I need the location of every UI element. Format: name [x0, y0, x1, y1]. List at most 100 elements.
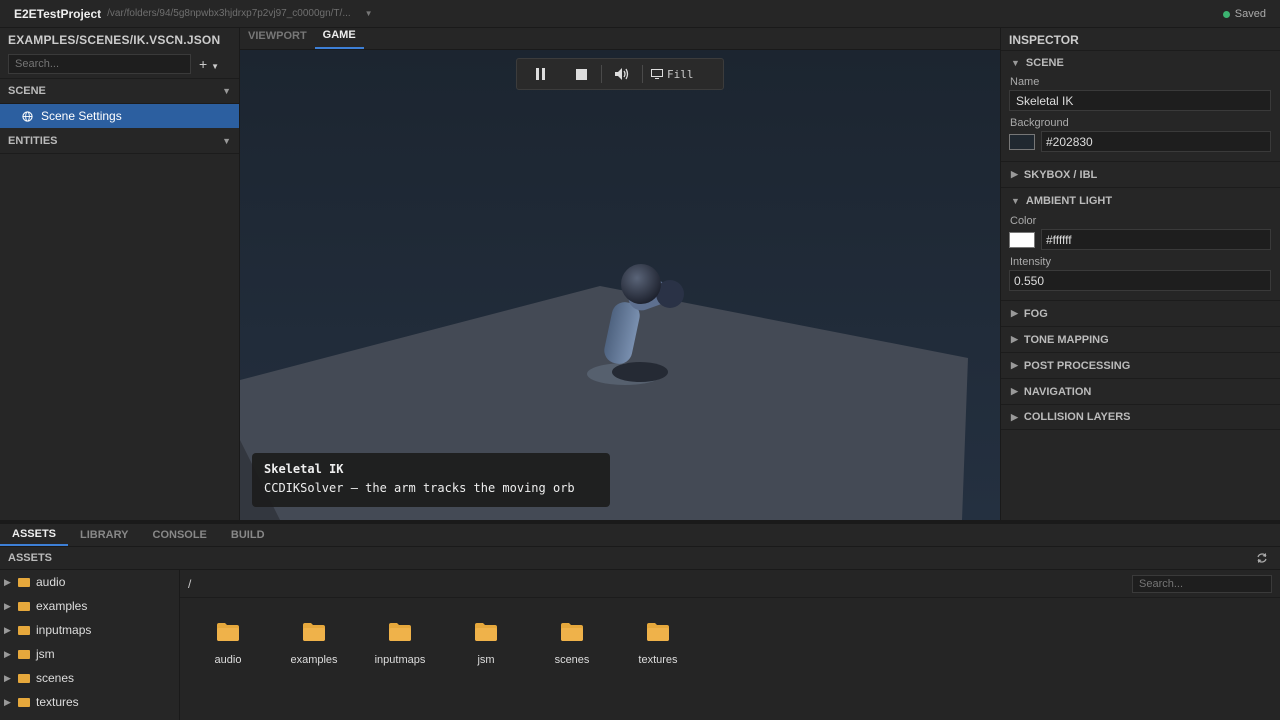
post-processing-label: POST PROCESSING	[1023, 359, 1131, 372]
scene-settings-item[interactable]: Scene Settings	[0, 104, 239, 128]
chevron-right-icon: ▶	[4, 696, 11, 707]
tree-item-scenes[interactable]: ▶ scenes	[0, 666, 179, 690]
chevron-right-icon: ▶	[1011, 308, 1018, 318]
entities-section-header[interactable]: ENTITIES ▼	[0, 128, 239, 154]
entities-section-label: ENTITIES	[8, 134, 58, 147]
chevron-right-icon: ▶	[1011, 334, 1018, 344]
overlay-description: CCDIKSolver — the arm tracks the moving …	[264, 481, 575, 495]
folder-icon	[475, 623, 497, 641]
navigation-section[interactable]: ▶ NAVIGATION	[1001, 378, 1280, 404]
folder-label: audio	[214, 654, 242, 666]
refresh-icon[interactable]	[1256, 552, 1268, 564]
volume-icon[interactable]	[610, 68, 634, 80]
chevron-down-icon: ▼	[222, 135, 231, 146]
game-viewport[interactable]: Fill Skeletal IK CCDIKSolver — the arm t…	[240, 50, 1000, 520]
tone-mapping-label: TONE MAPPING	[1023, 333, 1109, 346]
folder-audio[interactable]: audio	[185, 598, 271, 666]
chevron-down-icon: ▼	[1011, 57, 1020, 68]
folder-textures[interactable]: textures	[615, 598, 701, 666]
hierarchy-search-input[interactable]	[8, 54, 191, 74]
monitor-icon	[651, 69, 663, 79]
tab-game[interactable]: GAME	[314, 27, 364, 49]
tree-item-label: inputmaps	[36, 623, 92, 637]
tab-library[interactable]: LIBRARY	[68, 524, 140, 546]
folder-icon	[18, 697, 30, 707]
fog-section[interactable]: ▶ FOG	[1001, 300, 1280, 326]
asset-grid: audio examples inputmaps jsm scenes text…	[180, 598, 1280, 666]
project-name: E2ETestProject	[14, 6, 102, 21]
ambient-color-input[interactable]	[1041, 229, 1271, 250]
tone-mapping-section[interactable]: ▶ TONE MAPPING	[1001, 326, 1280, 352]
tab-build[interactable]: BUILD	[219, 524, 277, 546]
collision-layers-section[interactable]: ▶ COLLISION LAYERS	[1001, 404, 1280, 430]
folder-scenes[interactable]: scenes	[529, 598, 615, 666]
tree-item-textures[interactable]: ▶ textures	[0, 690, 179, 714]
project-path: /var/folders/94/5g8npwbx3hjdrxp7p2vj97_c…	[107, 8, 351, 19]
color-label: Color	[1010, 215, 1037, 227]
asset-folder-tree: ▶ audio ▶ examples ▶ inputmaps ▶ jsm ▶ scenes…	[0, 570, 180, 720]
fill-mode-button[interactable]: Fill	[651, 68, 694, 81]
chevron-right-icon: ▶	[4, 624, 11, 635]
tree-item-inputmaps[interactable]: ▶ inputmaps	[0, 618, 179, 642]
tree-item-label: jsm	[36, 647, 55, 661]
stop-icon[interactable]	[569, 68, 593, 80]
background-label: Background	[1010, 117, 1069, 129]
scene-section-label: SCENE	[8, 85, 46, 97]
scene-render	[240, 50, 1000, 520]
collision-layers-label: COLLISION LAYERS	[1023, 411, 1131, 423]
tree-item-audio[interactable]: ▶ audio	[0, 570, 179, 594]
toolbar-divider	[642, 65, 643, 83]
background-swatch[interactable]	[1009, 133, 1035, 150]
tree-item-label: textures	[36, 695, 79, 709]
intensity-input[interactable]	[1009, 270, 1271, 291]
navigation-label: NAVIGATION	[1023, 385, 1092, 398]
chevron-right-icon: ▶	[1011, 411, 1018, 422]
chevron-right-icon: ▶	[4, 576, 11, 587]
scene-section-header[interactable]: SCENE ▼	[0, 78, 239, 104]
inspector-scene-section[interactable]: ▼ SCENE	[1001, 50, 1280, 74]
tree-item-examples[interactable]: ▶ examples	[0, 594, 179, 618]
chevron-right-icon: ▶	[1011, 169, 1018, 179]
title-bar: E2ETestProject /var/folders/94/5g8npwbx3…	[0, 0, 1280, 28]
globe-icon	[22, 110, 33, 122]
post-processing-section[interactable]: ▶ POST PROCESSING	[1001, 352, 1280, 378]
tab-assets[interactable]: ASSETS	[0, 524, 69, 546]
ambient-light-section[interactable]: ▼ AMBIENT LIGHT	[1001, 187, 1280, 213]
chevron-down-icon: ▼	[1011, 195, 1020, 206]
fill-mode-label: Fill	[667, 67, 694, 81]
folder-icon	[561, 623, 583, 641]
center-tabs: VIEWPORT GAME	[240, 28, 1000, 50]
ambient-light-label: AMBIENT LIGHT	[1025, 194, 1113, 207]
breadcrumb[interactable]: /	[188, 577, 191, 591]
folder-examples[interactable]: examples	[271, 598, 357, 666]
add-entity-button[interactable]: + ▼	[199, 56, 219, 72]
folder-jsm[interactable]: jsm	[443, 598, 529, 666]
chevron-down-icon: ▼	[222, 86, 231, 96]
hierarchy-search-row: + ▼	[0, 50, 239, 78]
ambient-color-swatch[interactable]	[1009, 231, 1035, 248]
skybox-section[interactable]: ▶ SKYBOX / IBL	[1001, 161, 1280, 187]
asset-search-input[interactable]	[1132, 574, 1272, 593]
folder-icon	[18, 625, 30, 635]
folder-icon	[389, 623, 411, 641]
chevron-down-icon[interactable]: ▼	[365, 9, 373, 18]
chevron-right-icon: ▶	[1011, 386, 1018, 396]
fog-label: FOG	[1023, 307, 1048, 320]
tab-console[interactable]: CONSOLE	[141, 524, 219, 546]
pause-icon[interactable]	[529, 68, 553, 80]
toolbar-divider	[601, 65, 602, 83]
status-dot-icon	[1222, 10, 1230, 18]
folder-icon	[18, 577, 30, 587]
bottom-panel-tabs: ASSETS LIBRARY CONSOLE BUILD	[0, 520, 1280, 546]
folder-icon	[18, 649, 30, 659]
scene-hierarchy-panel: EXAMPLES/SCENES/IK.VSCN.JSON + ▼ SCENE ▼…	[0, 28, 240, 520]
tree-item-label: audio	[36, 575, 66, 589]
tree-item-jsm[interactable]: ▶ jsm	[0, 642, 179, 666]
scene-name-input[interactable]	[1009, 90, 1271, 111]
tab-viewport[interactable]: VIEWPORT	[240, 27, 315, 49]
background-color-input[interactable]	[1041, 131, 1271, 152]
folder-inputmaps[interactable]: inputmaps	[357, 598, 443, 666]
folder-icon	[647, 623, 669, 641]
playback-toolbar: Fill	[516, 58, 724, 90]
scene-settings-label: Scene Settings	[41, 109, 122, 123]
